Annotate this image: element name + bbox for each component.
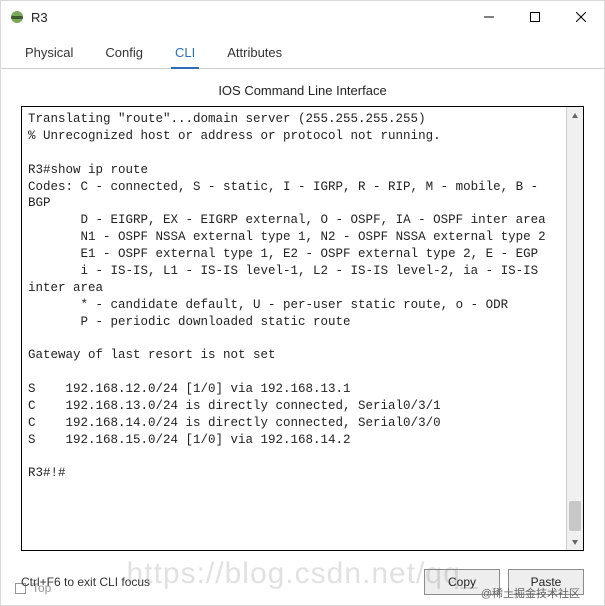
bottom-bar: Ctrl+F6 to exit CLI focus Copy Paste — [1, 561, 604, 605]
minimize-button[interactable] — [466, 1, 512, 33]
copy-button[interactable]: Copy — [424, 569, 500, 595]
cli-pane: IOS Command Line Interface Translating "… — [1, 69, 604, 561]
paste-button[interactable]: Paste — [508, 569, 584, 595]
checkbox-icon — [15, 583, 26, 594]
tab-bar: Physical Config CLI Attributes — [1, 33, 604, 69]
tab-attributes[interactable]: Attributes — [223, 41, 286, 68]
tab-config[interactable]: Config — [101, 41, 147, 68]
window-buttons — [466, 1, 604, 33]
router-icon — [9, 9, 25, 25]
scroll-thumb[interactable] — [569, 501, 581, 531]
terminal-output[interactable]: Translating "route"...domain server (255… — [22, 107, 566, 550]
scroll-track[interactable] — [567, 124, 583, 533]
tab-cli[interactable]: CLI — [171, 41, 199, 68]
footer-checkbox[interactable]: Top — [15, 581, 51, 595]
scroll-down-icon[interactable] — [567, 533, 583, 550]
footer-checkbox-label: Top — [32, 581, 51, 595]
app-window: R3 Physical Config CLI Attributes IOS Co… — [0, 0, 605, 606]
scroll-up-icon[interactable] — [567, 107, 583, 124]
terminal-container: Translating "route"...domain server (255… — [21, 106, 584, 551]
focus-hint: Ctrl+F6 to exit CLI focus — [21, 575, 416, 589]
window-title: R3 — [31, 10, 466, 25]
maximize-button[interactable] — [512, 1, 558, 33]
terminal-scrollbar[interactable] — [566, 107, 583, 550]
titlebar: R3 — [1, 1, 604, 33]
tab-physical[interactable]: Physical — [21, 41, 77, 68]
pane-title: IOS Command Line Interface — [21, 83, 584, 98]
close-button[interactable] — [558, 1, 604, 33]
